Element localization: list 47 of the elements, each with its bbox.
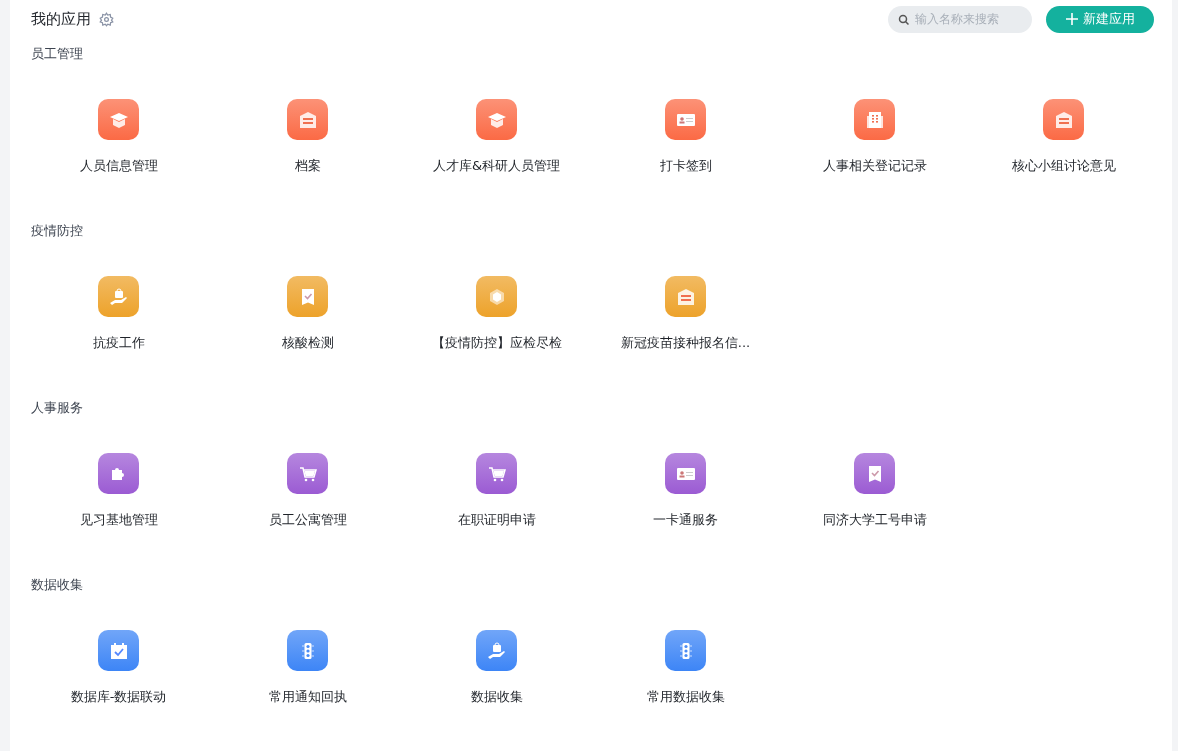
section-title: 疫情防控	[30, 222, 84, 240]
settings-icon[interactable]	[99, 11, 114, 27]
section-title: 人事服务	[30, 399, 84, 417]
app-name[interactable]: 见习基地管理	[79, 511, 158, 529]
app-tile[interactable]	[476, 99, 517, 140]
app-name[interactable]: 数据库-数据联动	[70, 688, 167, 706]
app-name[interactable]: 数据收集	[470, 688, 523, 706]
app-tile[interactable]	[98, 453, 139, 494]
app-name[interactable]: 人事相关登记记录	[822, 157, 927, 175]
app-name[interactable]: 打卡签到	[659, 157, 712, 175]
plus-icon	[1065, 13, 1078, 25]
app-tile[interactable]	[476, 630, 517, 671]
app-name[interactable]: 一卡通服务	[653, 511, 718, 529]
app-name[interactable]: 常用数据收集	[646, 688, 725, 706]
app-tile[interactable]	[854, 453, 895, 494]
app-tile[interactable]	[287, 99, 328, 140]
app-tile[interactable]	[287, 276, 328, 317]
app-name[interactable]: 档案	[294, 157, 321, 175]
app-tile[interactable]	[1043, 99, 1084, 140]
app-name[interactable]: 常用通知回执	[268, 688, 347, 706]
app-name[interactable]: 人员信息管理	[79, 157, 158, 175]
section-title: 员工管理	[30, 45, 84, 63]
app-name[interactable]: 同济大学工号申请	[822, 511, 927, 529]
app-tile[interactable]	[98, 630, 139, 671]
app-tile[interactable]	[665, 276, 706, 317]
page-title: 我的应用	[31, 9, 91, 29]
app-name[interactable]: 新冠疫苗接种报名信...	[620, 334, 751, 352]
app-name[interactable]: 抗疫工作	[92, 334, 145, 352]
section-title: 数据收集	[30, 576, 84, 594]
app-name[interactable]: 在职证明申请	[457, 511, 536, 529]
app-name[interactable]: 【疫情防控】应检尽检	[431, 334, 562, 352]
app-name[interactable]: 员工公寓管理	[268, 511, 347, 529]
app-tile[interactable]	[98, 276, 139, 317]
app-tile[interactable]	[665, 630, 706, 671]
search-field[interactable]: 输入名称来搜索	[888, 5, 1032, 33]
app-tile[interactable]	[854, 99, 895, 140]
app-tile[interactable]	[287, 453, 328, 494]
app-tile[interactable]	[287, 630, 328, 671]
search-icon	[898, 13, 910, 26]
app-name[interactable]: 人才库&科研人员管理	[432, 157, 561, 175]
app-tile[interactable]	[665, 99, 706, 140]
app-name[interactable]: 核心小组讨论意见	[1011, 157, 1116, 175]
app-tile[interactable]	[98, 99, 139, 140]
app-name[interactable]: 核酸检测	[281, 334, 334, 352]
app-tile[interactable]	[476, 276, 517, 317]
app-tile[interactable]	[665, 453, 706, 494]
app-tile[interactable]	[476, 453, 517, 494]
